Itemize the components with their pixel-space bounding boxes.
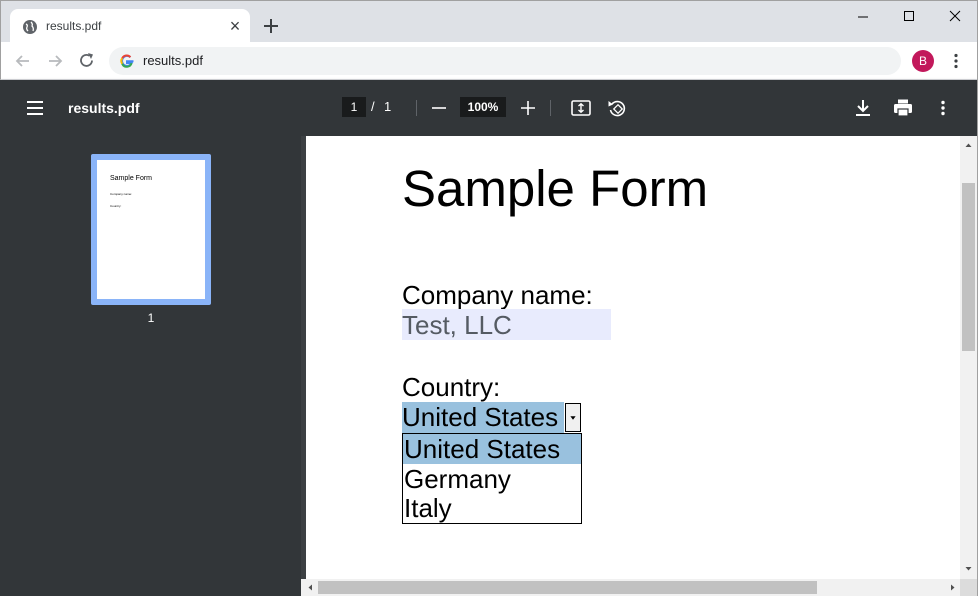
page-thumbnail[interactable]: Sample Form Company name: Country:	[91, 154, 211, 305]
url-text: results.pdf	[143, 53, 203, 68]
rotate-icon[interactable]	[606, 98, 628, 120]
vertical-scrollbar[interactable]	[960, 136, 977, 579]
page-number-input[interactable]: 1	[342, 97, 366, 117]
country-dropdown-list: United States Germany Italy	[402, 433, 582, 524]
browser-tab[interactable]: results.pdf ×	[10, 9, 250, 44]
minimize-icon[interactable]	[851, 7, 875, 27]
toolbar-divider	[416, 100, 417, 116]
scroll-right-icon[interactable]	[946, 579, 960, 596]
document-title: Sample Form	[402, 160, 709, 217]
scroll-down-icon[interactable]	[960, 562, 977, 576]
horizontal-scroll-thumb[interactable]	[318, 581, 817, 594]
fit-page-icon[interactable]	[570, 98, 592, 118]
chevron-down-icon[interactable]	[565, 403, 581, 432]
tab-close-icon[interactable]: ×	[226, 17, 244, 35]
thumbnail-title: Sample Form	[110, 175, 153, 182]
hamburger-icon[interactable]	[24, 98, 46, 118]
plus-icon[interactable]	[518, 98, 538, 118]
thumbnail-sidebar: Sample Form Company name: Country: 1	[0, 136, 301, 596]
scroll-left-icon[interactable]	[303, 579, 317, 596]
thumbnail-page: Sample Form Company name: Country:	[97, 160, 205, 299]
maximize-icon[interactable]	[897, 7, 921, 27]
minus-icon[interactable]	[430, 98, 448, 118]
arrow-right-icon[interactable]	[45, 51, 65, 71]
address-bar[interactable]: results.pdf	[109, 47, 901, 75]
company-name-label: Company name:	[402, 280, 593, 310]
pdf-toolbar: results.pdf 1 / 1 100%	[0, 80, 978, 136]
country-option[interactable]: Germany	[403, 464, 581, 494]
close-icon[interactable]	[943, 7, 967, 27]
google-g-icon	[120, 54, 134, 68]
country-select[interactable]: United States	[402, 402, 582, 433]
country-option[interactable]: United States	[403, 434, 581, 464]
company-name-value: Test, LLC	[402, 310, 512, 340]
country-option[interactable]: Italy	[403, 493, 581, 523]
thumbnail-company-label: Company name:	[110, 192, 133, 196]
zoom-level-input[interactable]: 100%	[460, 97, 506, 117]
page-total: 1	[384, 99, 392, 114]
thumbnail-page-number: 1	[147, 311, 155, 325]
horizontal-scrollbar[interactable]	[301, 579, 977, 596]
page-separator: /	[371, 99, 375, 114]
plus-icon[interactable]	[259, 14, 283, 38]
country-selected-value: United States	[402, 402, 564, 433]
vertical-scroll-thumb[interactable]	[962, 183, 975, 351]
country-label: Country:	[402, 372, 501, 402]
profile-avatar[interactable]: B	[912, 50, 934, 72]
kebab-menu-icon[interactable]	[946, 51, 966, 71]
thumbnail-country-label: Country:	[110, 204, 122, 208]
pdf-title: results.pdf	[68, 100, 140, 116]
arrow-left-icon[interactable]	[13, 51, 33, 71]
scrollbar-corner	[960, 579, 977, 596]
scroll-up-icon[interactable]	[960, 138, 977, 152]
tab-title: results.pdf	[46, 19, 102, 33]
reload-icon[interactable]	[77, 51, 97, 71]
kebab-menu-icon[interactable]	[933, 98, 953, 118]
pdf-page: Sample Form Company name: Test, LLC Coun…	[306, 136, 960, 579]
tab-strip: results.pdf ×	[0, 0, 978, 44]
toolbar-divider	[550, 100, 551, 116]
globe-icon	[23, 20, 37, 34]
download-icon[interactable]	[853, 98, 873, 118]
company-name-field[interactable]: Test, LLC	[402, 309, 611, 340]
print-icon[interactable]	[892, 98, 914, 118]
